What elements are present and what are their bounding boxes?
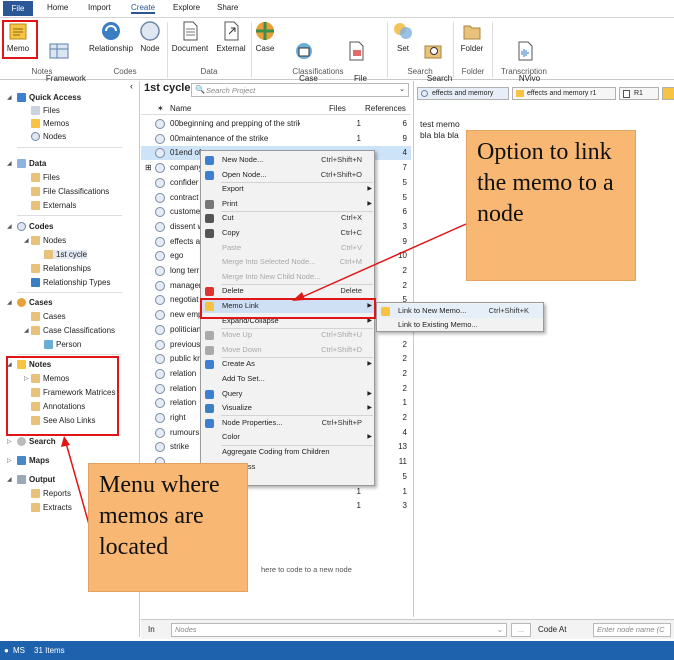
status-item-count: 31 Items [34, 646, 65, 655]
status-bar: ● MS 31 Items [0, 641, 674, 660]
code-at-label: Code At [538, 625, 567, 634]
callout-memo-link: Option to link the memo to a node [466, 130, 636, 281]
arrow-to-memo-link [299, 223, 467, 299]
arrow-to-notes-menu [65, 442, 91, 529]
chevron-down-icon: ⌄ [496, 625, 503, 634]
callout-notes-menu: Menu where memos are located [88, 463, 248, 592]
arrowhead [61, 436, 70, 447]
browse-button[interactable]: ... [511, 623, 531, 637]
code-at-input[interactable]: Enter node name (C [593, 623, 671, 637]
status-user: MS [13, 646, 25, 655]
coding-bar: In Nodes ⌄ ... Code At Enter node name (C [141, 619, 674, 639]
user-icon: ● [4, 646, 9, 655]
in-label: In [148, 625, 155, 634]
arrowhead [292, 292, 305, 301]
nodes-dropdown[interactable]: Nodes ⌄ [171, 623, 507, 637]
